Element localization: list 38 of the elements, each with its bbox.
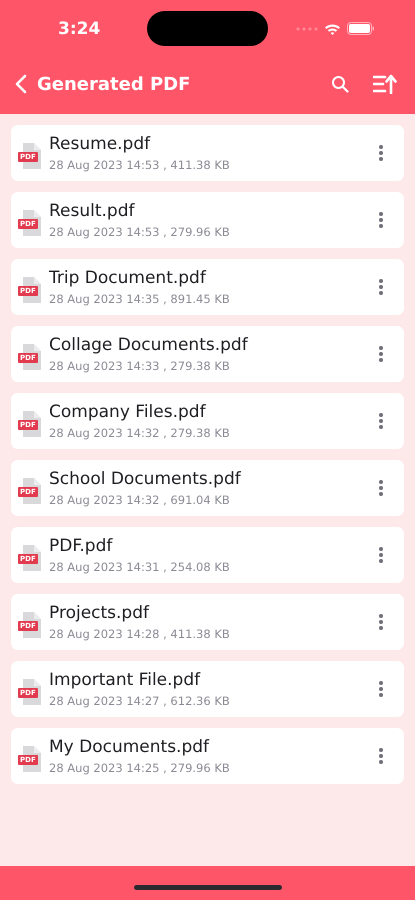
file-name: PDF.pdf: [49, 536, 114, 556]
file-name: Important File.pdf: [49, 670, 202, 690]
file-details: 28 Aug 2023 14:31 , 254.08 KB: [49, 560, 231, 574]
file-details: 28 Aug 2023 14:33 , 279.38 KB: [49, 359, 231, 373]
file-details: 28 Aug 2023 14:27 , 612.36 KB: [49, 694, 231, 708]
more-icon[interactable]: [378, 144, 384, 162]
file-name: Trip Document.pdf: [49, 268, 208, 288]
wifi-icon: [324, 22, 341, 34]
sort-icon[interactable]: [373, 74, 397, 94]
file-details: 28 Aug 2023 14:25 , 279.96 KB: [49, 761, 231, 775]
file-name: Projects.pdf: [49, 603, 150, 623]
more-icon[interactable]: [378, 278, 384, 296]
signal-icon: [296, 26, 318, 30]
file-name: Result.pdf: [49, 201, 136, 221]
more-icon[interactable]: [378, 412, 384, 430]
file-details: 28 Aug 2023 14:53 , 411.38 KB: [49, 158, 231, 172]
file-details: 28 Aug 2023 14:35 , 891.45 KB: [49, 292, 231, 306]
file-name: Company Files.pdf: [49, 402, 207, 422]
more-icon[interactable]: [378, 680, 384, 698]
file-name: Collage Documents.pdf: [49, 335, 249, 355]
file-details: 28 Aug 2023 14:32 , 691.04 KB: [49, 493, 231, 507]
more-icon[interactable]: [378, 211, 384, 229]
search-icon[interactable]: [331, 75, 349, 93]
file-details: 28 Aug 2023 14:53 , 279.96 KB: [49, 225, 231, 239]
more-icon[interactable]: [378, 747, 384, 765]
file-name: My Documents.pdf: [49, 737, 210, 757]
more-icon[interactable]: [378, 479, 384, 497]
back-icon[interactable]: [15, 74, 27, 94]
page-title: Generated PDF: [37, 74, 192, 94]
file-details: 28 Aug 2023 14:32 , 279.38 KB: [49, 426, 231, 440]
battery-icon: [347, 22, 375, 35]
status-time: 3:24: [58, 18, 102, 38]
more-icon[interactable]: [378, 613, 384, 631]
more-icon[interactable]: [378, 345, 384, 363]
file-name: Resume.pdf: [49, 134, 152, 154]
file-details: 28 Aug 2023 14:28 , 411.38 KB: [49, 627, 231, 641]
file-name: School Documents.pdf: [49, 469, 242, 489]
more-icon[interactable]: [378, 546, 384, 564]
